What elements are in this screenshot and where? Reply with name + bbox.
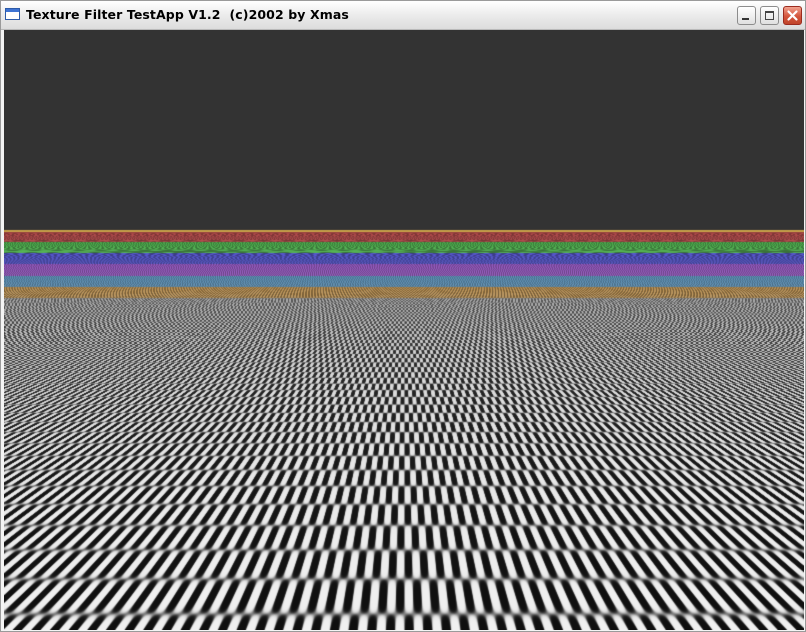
app-window: Texture Filter TestApp V1.2 (c)2002 by X… xyxy=(0,0,806,632)
maximize-icon xyxy=(765,11,774,20)
minimize-button[interactable] xyxy=(737,6,756,25)
minimize-icon xyxy=(742,18,749,20)
close-button[interactable] xyxy=(783,6,802,25)
title-bar[interactable]: Texture Filter TestApp V1.2 (c)2002 by X… xyxy=(1,1,805,30)
render-viewport[interactable] xyxy=(4,30,804,630)
maximize-button[interactable] xyxy=(760,6,779,25)
texture-filter-scene xyxy=(4,30,804,630)
app-window-icon[interactable] xyxy=(5,8,20,20)
window-title: Texture Filter TestApp V1.2 (c)2002 by X… xyxy=(26,7,349,22)
close-icon xyxy=(787,10,798,21)
